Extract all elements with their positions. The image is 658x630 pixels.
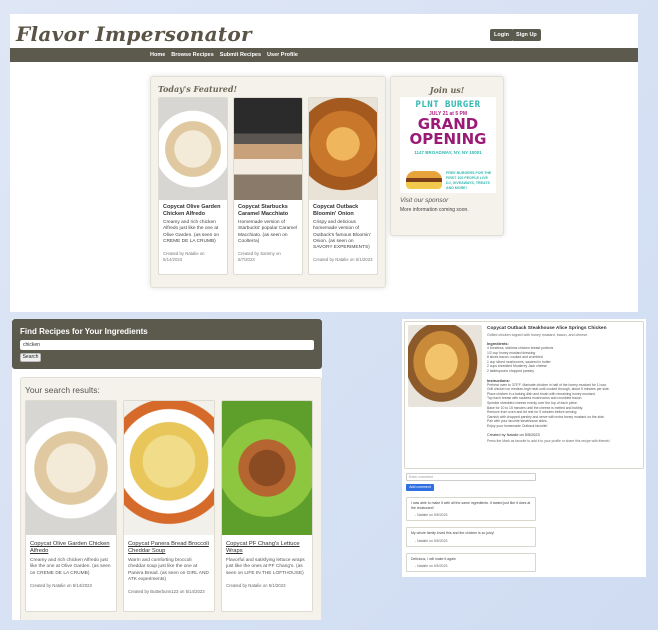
ad-promo: FREE BURGERS FOR THE FIRST 100 PEOPLE LI…: [446, 171, 492, 190]
results-heading: Your search results:: [25, 385, 100, 395]
login-button[interactable]: Login: [490, 29, 513, 41]
alfredo-image: [159, 98, 227, 200]
macchiato-image: [234, 98, 302, 200]
recipe-detail-screenshot: Copycat Outback Steakhouse Alice Springs…: [402, 319, 646, 577]
comments-section: Enter comment Add comment I was able to …: [406, 473, 542, 573]
featured-card-title[interactable]: Copycat Outback Bloomin' Onion: [309, 200, 377, 220]
nav-user-profile[interactable]: User Profile: [267, 52, 298, 58]
join-title: Join us!: [429, 85, 465, 95]
featured-title: Today's Featured!: [158, 84, 237, 94]
site-logo[interactable]: Flavor Impersonator: [16, 22, 252, 46]
comment-item: I was able to make it with all the same …: [406, 497, 536, 522]
comment-author: - Natalie on 5/5/2023: [415, 538, 448, 543]
ad-address: 1147 BROADWAY, NY, NY 10001: [414, 150, 482, 155]
result-card-title[interactable]: Copycat PF Chang's Lettuce Wraps: [222, 535, 312, 558]
ingredient-search-panel: Find Recipes for Your Ingredients chicke…: [12, 319, 322, 369]
nav-home[interactable]: Home: [150, 52, 165, 58]
comment-item: Delicious, I will make it again - Natali…: [406, 552, 536, 573]
comment-input[interactable]: Enter comment: [406, 473, 536, 481]
comment-text: I was able to make it with all the same …: [411, 501, 531, 510]
featured-card-credit: Created by Natalie on 5/14/2023: [163, 251, 205, 263]
result-card-desc: Creamy and rich chicken Alfredo just lik…: [30, 558, 111, 576]
sponsor-section: Join us! PLNT BURGER JULY 21 at 5 PM GRA…: [390, 76, 504, 236]
search-results-section: Your search results: Copycat Olive Garde…: [20, 377, 322, 620]
result-card-credit: Created by Butterbunn123 on 5/14/2023: [128, 589, 205, 595]
featured-card-title[interactable]: Copycat Starbucks Caramel Macchiato: [234, 200, 302, 220]
result-card-desc: Flavorful and satisfying lettuce wraps j…: [226, 558, 305, 576]
result-card[interactable]: Copycat Panera Bread Broccoli Cheddar So…: [123, 400, 215, 612]
search-heading: Find Recipes for Your Ingredients: [20, 327, 148, 336]
featured-card-title[interactable]: Copycat Olive Garden Chicken Alfredo: [159, 200, 227, 220]
recipe-subtitle: Grilled chicken topped with honey mustar…: [487, 333, 589, 337]
add-comment-button[interactable]: Add comment: [406, 484, 434, 491]
comment-author: - Natalie on 5/5/2023: [415, 513, 448, 518]
recipe-detail: Copycat Outback Steakhouse Alice Springs…: [404, 321, 644, 469]
result-card-desc: Warm and comforting broccoli cheddar sou…: [128, 558, 209, 582]
alice-springs-chicken-image: [408, 325, 482, 407]
recipe-note: Press the Mark as favorite to add it to …: [487, 438, 610, 443]
ingredient-search-input[interactable]: chicken: [20, 340, 314, 350]
ingredient-line: 2 tablespoons chopped parsley: [487, 368, 534, 373]
nav-submit-recipes[interactable]: Submit Recipes: [220, 52, 261, 58]
featured-card[interactable]: Copycat Outback Bloomin' Onion Crispy an…: [308, 97, 378, 275]
visit-sponsor-link[interactable]: Visit our sponsor: [400, 197, 448, 204]
broccoli-soup-image: [124, 401, 214, 535]
result-card-credit: Created by Natalie on 5/1/2023: [226, 582, 286, 588]
more-info-text: More information coming soon.: [400, 207, 469, 213]
featured-card-desc: Homemade version of Starbucks' popular C…: [238, 220, 298, 244]
recipe-title: Copycat Outback Steakhouse Alice Springs…: [487, 326, 607, 331]
main-nav: Home Browse Recipes Submit Recipes User …: [10, 48, 638, 62]
search-page-screenshot: Find Recipes for Your Ingredients chicke…: [12, 319, 322, 620]
signup-button[interactable]: Sign Up: [512, 29, 541, 41]
bloomin-onion-image: [309, 98, 377, 200]
comment-text: My whole family loved this and the chick…: [411, 531, 495, 536]
featured-card-credit: Created by Natalie on 5/1/2023: [313, 257, 373, 263]
result-card[interactable]: Copycat PF Chang's Lettuce Wraps Flavorf…: [221, 400, 313, 612]
result-card[interactable]: Copycat Olive Garden Chicken Alfredo Cre…: [25, 400, 117, 612]
instruction-step: Enjoy your homemade Outback favorite!: [487, 423, 548, 428]
ad-opening: OPENING: [409, 130, 487, 148]
comment-author: - Natalie on 5/5/2023: [415, 564, 448, 569]
home-page-screenshot: Flavor Impersonator Login Sign Up Home B…: [10, 14, 638, 312]
sponsor-ad[interactable]: PLNT BURGER JULY 21 at 5 PM GRAND OPENIN…: [400, 97, 496, 193]
recipe-text: Copycat Outback Steakhouse Alice Springs…: [487, 326, 639, 443]
recipe-credit: Created by Natalie on 5/5/2023: [487, 432, 540, 437]
featured-card-desc: Crispy and delicious homemade version of…: [313, 220, 371, 251]
featured-card[interactable]: Copycat Olive Garden Chicken Alfredo Cre…: [158, 97, 228, 275]
featured-card[interactable]: Copycat Starbucks Caramel Macchiato Home…: [233, 97, 303, 275]
nav-browse-recipes[interactable]: Browse Recipes: [171, 52, 214, 58]
featured-card-desc: Creamy and rich chicken Alfredo just lik…: [163, 220, 219, 244]
result-card-title[interactable]: Copycat Panera Bread Broccoli Cheddar So…: [124, 535, 214, 558]
featured-section: Today's Featured! Copycat Olive Garden C…: [150, 76, 386, 288]
search-button[interactable]: Search: [20, 353, 41, 362]
featured-card-credit: Created by Sammy on 5/7/2023: [238, 251, 281, 263]
comment-text: Delicious, I will make it again: [411, 556, 456, 561]
comment-item: My whole family loved this and the chick…: [406, 527, 536, 547]
alfredo-image: [26, 401, 116, 535]
lettuce-wraps-image: [222, 401, 312, 535]
result-card-title[interactable]: Copycat Olive Garden Chicken Alfredo: [26, 535, 116, 558]
burger-icon: [406, 171, 442, 189]
ad-brand: PLNT BURGER: [415, 100, 481, 110]
result-card-credit: Created by Natalie on 5/14/2023: [30, 582, 92, 588]
